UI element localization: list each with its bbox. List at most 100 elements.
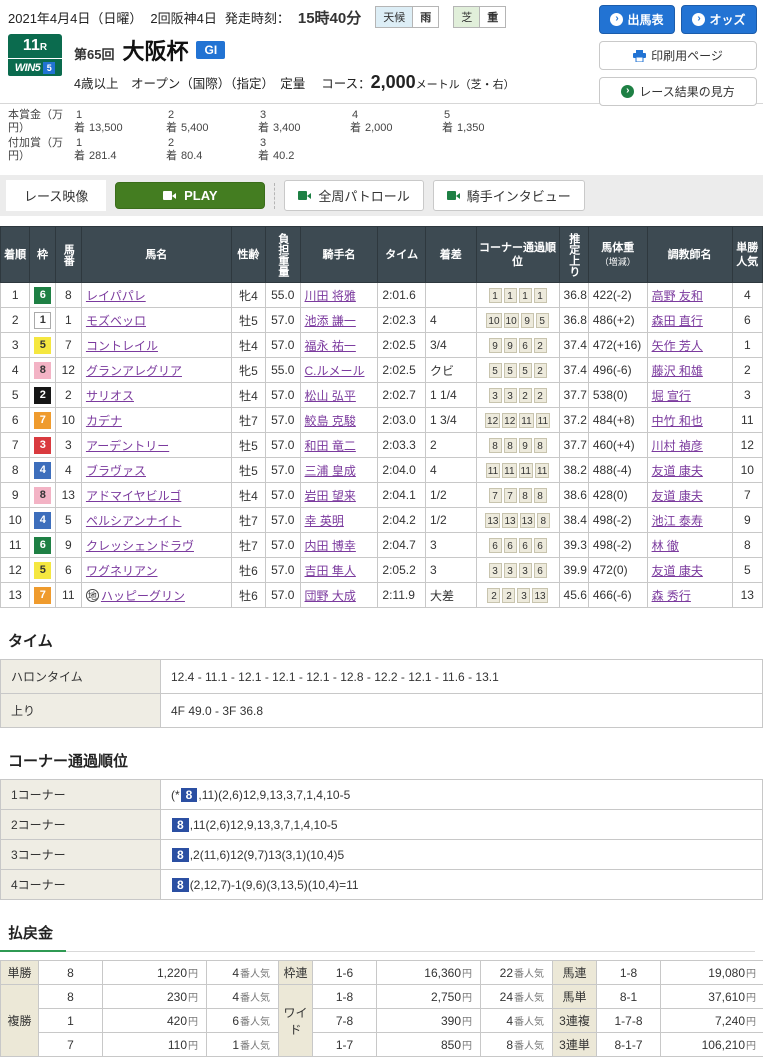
prize-item: 3 着40.2 (258, 137, 350, 163)
trainer-link[interactable]: 森 秀行 (652, 589, 691, 603)
margin: 4 (425, 458, 476, 483)
trainer-link[interactable]: 林 徹 (652, 539, 679, 553)
horse-link[interactable]: グランアレグリア (86, 364, 182, 378)
finish-time: 2:11.9 (378, 583, 426, 608)
trainer-link[interactable]: 友道 康夫 (652, 464, 703, 478)
horse-number: 2 (55, 383, 81, 408)
horse-link[interactable]: コントレイル (86, 339, 158, 353)
result-guide-button[interactable]: › レース結果の見方 (599, 77, 757, 106)
margin: 4 (425, 308, 476, 333)
trainer-link[interactable]: 川村 禎彦 (652, 439, 703, 453)
horse-link[interactable]: ハッピーグリン (101, 589, 185, 603)
body-weight: 488(-4) (588, 458, 647, 483)
quinella-label: 馬連 (553, 961, 597, 985)
jockey-link[interactable]: 幸 英明 (305, 514, 344, 528)
horse-link[interactable]: ワグネリアン (86, 564, 158, 578)
wide-amount: 390円 (377, 1009, 481, 1033)
horse-link[interactable]: ブラヴァス (86, 464, 146, 478)
jockey-link[interactable]: 岩田 望来 (305, 489, 356, 503)
print-page-button[interactable]: 印刷用ページ (599, 41, 757, 70)
corner-order-cell: 12121111 (476, 408, 559, 433)
corner-row-value: 8,2(11,6)12(9,7)13(3,1)(10,4)5 (161, 840, 763, 870)
trainer-link[interactable]: 友道 康夫 (652, 564, 703, 578)
horse-number: 10 (55, 408, 81, 433)
win-popularity: 11 (732, 408, 762, 433)
header-trainer: 調教師名 (647, 227, 732, 283)
sex-age: 牡5 (231, 458, 265, 483)
bracket-cell: 4 (30, 458, 55, 483)
body-weight: 422(-2) (588, 283, 647, 308)
win-popularity: 12 (732, 433, 762, 458)
local-horse-mark: 地 (86, 589, 99, 602)
trainer-link[interactable]: 高野 友和 (652, 289, 703, 303)
body-weight: 428(0) (588, 483, 647, 508)
jockey-link[interactable]: 鮫島 克駿 (305, 414, 356, 428)
play-button[interactable]: PLAY (115, 182, 265, 209)
header-last-3f: 推定上り (559, 227, 588, 283)
header-corner-order: コーナー通過順位 (476, 227, 559, 283)
trainer-link[interactable]: 森田 直行 (652, 314, 703, 328)
jockey-link[interactable]: 和田 竜二 (305, 439, 356, 453)
wide-number: 1-8 (313, 985, 377, 1009)
odds-button[interactable]: › オッズ (681, 5, 757, 34)
margin: 1/2 (425, 483, 476, 508)
finish-time: 2:04.1 (378, 483, 426, 508)
weather-badge: 天候 雨 (375, 6, 439, 28)
race-video-label: レース映像 (6, 180, 106, 211)
jockey-link[interactable]: 川田 将雅 (305, 289, 356, 303)
payout-row: 7 110円 1番人気 1-7 850円 8番人気 3連単 8-1-7 106,… (1, 1033, 763, 1057)
printer-icon (633, 50, 646, 62)
trainer-link[interactable]: 池江 泰寿 (652, 514, 703, 528)
horse-link[interactable]: アドマイヤビルゴ (86, 489, 181, 503)
corner-order-cell: 101095 (476, 308, 559, 333)
corner-row-value: 8(2,12,7)-1(9,6)(3,13,5)(10,4)=11 (161, 870, 763, 900)
trainer-cell: 矢作 芳人 (647, 333, 732, 358)
result-row: 13 7 11 地ハッピーグリン 牡6 57.0 団野 大成 2:11.9 大差… (1, 583, 763, 608)
horse-link[interactable]: カデナ (86, 414, 122, 428)
chevron-circle-icon: › (692, 13, 705, 26)
jockey-interview-label: 騎手インタビュー (467, 186, 571, 205)
trainer-link[interactable]: 堀 宣行 (652, 389, 691, 403)
race-conditions: 4歳以上 オープン（国際）（指定） 定量 コース：2,000メートル（芝・右） (74, 72, 515, 93)
horse-link[interactable]: サリオス (86, 389, 134, 403)
horse-link[interactable]: モズベッロ (86, 314, 146, 328)
horse-name-cell: アーデントリー (81, 433, 231, 458)
jockey-link[interactable]: C.ルメール (305, 364, 365, 378)
trainer-link[interactable]: 藤沢 和雄 (652, 364, 703, 378)
jockey-link[interactable]: 池添 謙一 (305, 314, 356, 328)
bracket-cell: 5 (30, 558, 55, 583)
grade-badge: GI (196, 41, 225, 59)
bracket-quinella-amount: 16,360円 (377, 961, 481, 985)
sex-age: 牡6 (231, 558, 265, 583)
header-load-weight: 負担重量 (266, 227, 300, 283)
trainer-link[interactable]: 友道 康夫 (652, 489, 703, 503)
shutsuba-button[interactable]: › 出馬表 (599, 5, 675, 34)
corner-row-label: 3コーナー (1, 840, 161, 870)
time-section-heading: タイム (8, 630, 755, 651)
bracket-number: 2 (34, 387, 51, 404)
jockey-link[interactable]: 団野 大成 (305, 589, 356, 603)
horse-link[interactable]: アーデントリー (86, 439, 169, 453)
horse-number: 7 (55, 333, 81, 358)
horse-link[interactable]: クレッシェンドラヴ (86, 539, 194, 553)
horse-link[interactable]: レイパパレ (86, 289, 146, 303)
trainer-link[interactable]: 中竹 和也 (652, 414, 703, 428)
jockey-link[interactable]: 福永 祐一 (305, 339, 356, 353)
jockey-interview-button[interactable]: 騎手インタビュー (433, 180, 585, 211)
jockey-link[interactable]: 吉田 隼人 (305, 564, 356, 578)
jockey-link[interactable]: 松山 弘平 (305, 389, 356, 403)
trainer-link[interactable]: 矢作 芳人 (652, 339, 703, 353)
horse-number: 5 (55, 508, 81, 533)
last-3f: 39.3 (559, 533, 588, 558)
chevron-circle-icon: › (610, 13, 623, 26)
patrol-video-button[interactable]: 全周パトロール (284, 180, 423, 211)
jockey-link[interactable]: 内田 博幸 (305, 539, 356, 553)
jockey-link[interactable]: 三浦 皇成 (305, 464, 356, 478)
corner-row: 4コーナー 8(2,12,7)-1(9,6)(3,13,5)(10,4)=11 (1, 870, 763, 900)
bracket-cell: 8 (30, 358, 55, 383)
load-weight: 55.0 (266, 283, 300, 308)
body-weight: 496(-6) (588, 358, 647, 383)
last-3f: 37.7 (559, 433, 588, 458)
horse-name-cell: ブラヴァス (81, 458, 231, 483)
horse-link[interactable]: ペルシアンナイト (86, 514, 182, 528)
